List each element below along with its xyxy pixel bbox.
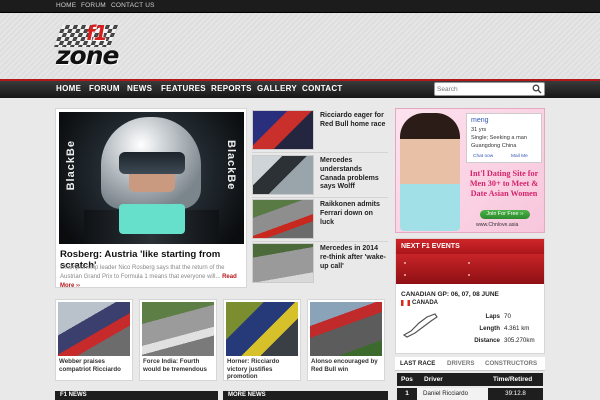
grid-story-title[interactable]: Webber praises compatriot Ricciardo (59, 358, 131, 373)
ad-profile-age: 31 yrs (471, 127, 487, 133)
top-bar: HOME FORUM CONTACT US (0, 0, 600, 13)
side-story-thumbnail[interactable] (252, 110, 314, 150)
stat-laps-label: Laps (485, 313, 500, 320)
grid-story[interactable]: Horner: Ricciardo victory justifies prom… (223, 299, 301, 381)
canada-flag-icon (401, 300, 410, 306)
ad-profile-status: Single; Seeking a man (471, 135, 527, 141)
search-box (434, 82, 545, 96)
next-events-widget: NEXT F1 EVENTS CANADIAN GP: 06, 07, 08 J… (395, 238, 545, 354)
tab-constructors[interactable]: CONSTRUCTORS (485, 360, 537, 367)
side-story[interactable]: Mercedes in 2014 re-think after 'wake-up… (252, 243, 388, 287)
nav-home[interactable]: HOME (56, 84, 81, 93)
site-logo[interactable]: f1 zone (53, 21, 146, 76)
ad-headline: Int'l Dating Site for Men 30+ to Meet & … (469, 169, 539, 198)
section-header-f1-news: F1 NEWS (55, 391, 218, 400)
top-link-contact[interactable]: CONTACT US (111, 2, 155, 9)
ad-photo (400, 113, 460, 231)
stat-distance-label: Distance (474, 337, 500, 344)
stat-length-label: Length (479, 325, 500, 332)
next-events-banner (396, 254, 544, 284)
featured-story[interactable]: BlackBe BlackBe Rosberg: Austria 'like s… (55, 108, 247, 291)
grid-story-title[interactable]: Horner: Ricciardo victory justifies prom… (227, 358, 299, 381)
grid-story-thumbnail[interactable] (142, 302, 214, 356)
side-story-thumbnail[interactable] (252, 243, 314, 283)
grid-story[interactable]: Force India: Fourth would be tremendous (139, 299, 217, 381)
nav-features[interactable]: FEATURES (161, 84, 206, 93)
ad-join-button[interactable]: Join For Free ›› (480, 210, 530, 219)
nav-gallery[interactable]: GALLERY (257, 84, 297, 93)
logo-zone-text: zone (56, 41, 119, 70)
featured-excerpt: Championship leader Nico Rosberg says th… (60, 264, 244, 291)
grid-story-title[interactable]: Alonso encouraged by Red Bull win (311, 358, 383, 373)
top-link-forum[interactable]: FORUM (81, 2, 106, 9)
ad-profile-card: meng 31 yrs Single; Seeking a man Guangd… (466, 113, 542, 163)
featured-image-text-right: BlackBe (225, 140, 237, 191)
tab-last-race[interactable]: LAST RACE (400, 360, 435, 367)
ad-profile-location: Guangdong China (471, 143, 517, 149)
tab-drivers[interactable]: DRIVERS (447, 360, 475, 367)
grid-story-title[interactable]: Force India: Fourth would be tremendous (143, 358, 215, 373)
grid-story[interactable]: Alonso encouraged by Red Bull win (307, 299, 385, 381)
results-header-pos: Pos (401, 376, 413, 383)
nav-contact[interactable]: CONTACT (302, 84, 343, 93)
results-table-header: Pos Driver Time/Retired (397, 373, 543, 386)
side-story-thumbnail[interactable] (252, 155, 314, 195)
ad-chat-button[interactable]: Chat now (473, 154, 493, 159)
dating-ad[interactable]: meng 31 yrs Single; Seeking a man Guangd… (395, 108, 545, 233)
results-header-driver: Driver (424, 376, 443, 383)
grid-story-thumbnail[interactable] (58, 302, 130, 356)
nav-news[interactable]: NEWS (127, 84, 152, 93)
results-header-time: Time/Retired (493, 376, 533, 383)
results-pos: 1 (397, 388, 417, 400)
top-link-home[interactable]: HOME (56, 2, 76, 9)
track-map-icon (402, 313, 438, 338)
divider (252, 152, 388, 153)
helmet-visor (119, 152, 185, 174)
stat-distance-value: 305.270km (504, 337, 535, 344)
ad-url: www.Chnlove.asia (476, 222, 519, 228)
table-row[interactable]: 1 Daniel Ricciardo 39:12.8 (397, 388, 543, 400)
results-tabs: LAST RACE DRIVERS CONSTRUCTORS (395, 357, 545, 371)
grid-story[interactable]: Webber praises compatriot Ricciardo (55, 299, 133, 381)
nav-forum[interactable]: FORUM (89, 84, 120, 93)
side-story-title[interactable]: Raikkonen admits Ferrari down on luck (320, 201, 388, 227)
divider (252, 241, 388, 242)
ad-profile-name: meng (471, 117, 489, 124)
carousel-dot[interactable] (404, 262, 406, 264)
divider (252, 197, 388, 198)
event-country: CANADA (412, 300, 438, 306)
nav-reports[interactable]: REPORTS (211, 84, 252, 93)
results-time: 39:12.8 (488, 388, 543, 400)
carousel-dot[interactable] (404, 274, 406, 276)
search-icon[interactable] (532, 84, 542, 94)
featured-image[interactable]: BlackBe BlackBe (59, 112, 244, 244)
next-events-header: NEXT F1 EVENTS (396, 239, 544, 254)
ad-mail-button[interactable]: Mail Me (511, 154, 528, 159)
side-story[interactable]: Raikkonen admits Ferrari down on luck (252, 199, 388, 243)
site-header: f1 zone (0, 13, 600, 79)
search-input[interactable] (437, 84, 531, 94)
section-header-more-news: MORE NEWS (223, 391, 388, 400)
grid-story-thumbnail[interactable] (226, 302, 298, 356)
side-story-title[interactable]: Ricciardo eager for Red Bull home race (320, 112, 388, 130)
side-story-title[interactable]: Mercedes in 2014 re-think after 'wake-up… (320, 245, 388, 271)
featured-excerpt-text: Championship leader Nico Rosberg says th… (60, 265, 225, 280)
driver-collar (119, 204, 185, 234)
grid-story-thumbnail[interactable] (310, 302, 382, 356)
featured-image-text-left: BlackBe (65, 140, 77, 191)
carousel-dot[interactable] (468, 262, 470, 264)
event-race-title: CANADIAN GP: 06, 07, 08 JUNE (401, 291, 499, 298)
side-story-title[interactable]: Mercedes understands Canada problems say… (320, 157, 388, 192)
stat-length-value: 4.361 km (504, 325, 530, 332)
side-story-thumbnail[interactable] (252, 199, 314, 239)
side-story[interactable]: Ricciardo eager for Red Bull home race (252, 110, 388, 154)
side-story[interactable]: Mercedes understands Canada problems say… (252, 155, 388, 199)
results-driver: Daniel Ricciardo (423, 390, 469, 397)
stat-laps-value: 70 (504, 313, 511, 320)
carousel-dot[interactable] (468, 274, 470, 276)
